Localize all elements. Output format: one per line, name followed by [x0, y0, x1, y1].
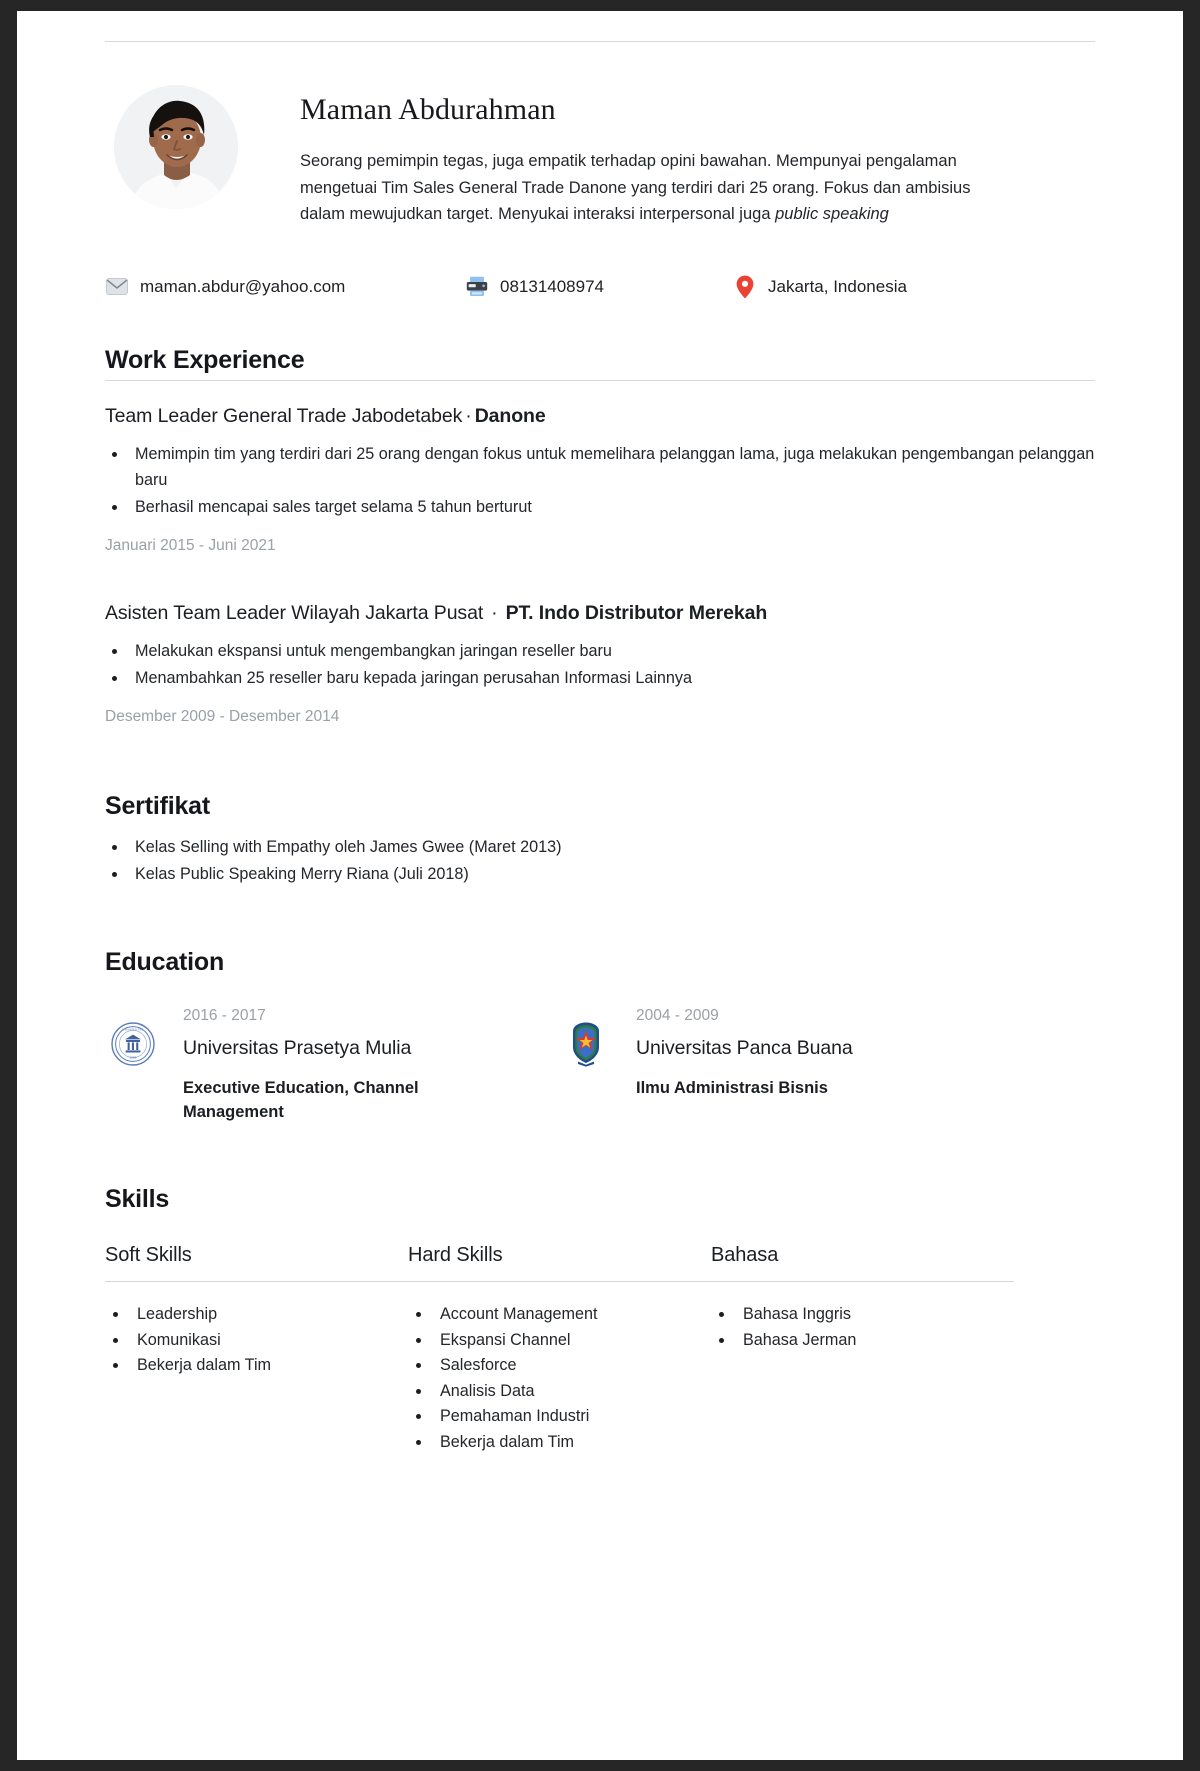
skill-list-bahasa: Bahasa Inggris Bahasa Jerman: [711, 1302, 1014, 1353]
header-divider-bottom: [105, 380, 1095, 381]
list-item: Salesforce: [408, 1353, 711, 1379]
list-item: Kelas Selling with Empathy oleh James Gw…: [105, 835, 1095, 861]
contact-phone-text: 08131408974: [500, 276, 605, 296]
education-entry-2: 2004 - 2009 Universitas Panca Buana Ilmu…: [563, 1007, 853, 1126]
job-title-2: Asisten Team Leader Wilayah Jakarta Pusa…: [105, 602, 1095, 625]
job-company-1: Danone: [474, 405, 546, 428]
job-entry-1: Team Leader General Trade Jabodetabek · Da…: [105, 405, 1095, 555]
list-item: Berhasil mencapai sales target selama 5 …: [105, 495, 1095, 521]
fax-machine-icon: [465, 275, 488, 298]
job-bullets-1: Memimpin tim yang terdiri dari 25 orang …: [105, 442, 1095, 521]
contact-email[interactable]: maman.abdur@yahoo.com: [105, 275, 465, 298]
job-entry-2: Asisten Team Leader Wilayah Jakarta Pusa…: [105, 602, 1095, 726]
section-heading-education: Education: [105, 947, 225, 976]
list-item: Bekerja dalam Tim: [105, 1353, 408, 1379]
skill-heading-bahasa: Bahasa: [711, 1244, 1014, 1283]
list-item: Pemahaman Industri: [408, 1404, 711, 1430]
job-role-2: Asisten Team Leader Wilayah Jakarta Pusa…: [105, 601, 484, 624]
certificate-list: Kelas Selling with Empathy oleh James Gw…: [105, 835, 1095, 888]
map-pin-icon: [733, 275, 756, 299]
contact-phone[interactable]: 08131408974: [465, 275, 733, 298]
avatar: [114, 85, 238, 209]
list-item: Bahasa Jerman: [711, 1328, 1014, 1354]
page-title: Maman Abdurahman: [300, 93, 556, 126]
list-item: Analisis Data: [408, 1379, 711, 1405]
job-dates-2: Desember 2009 - Desember 2014: [105, 707, 340, 725]
skills-grid: Soft Skills Leadership Komunikasi Bekerj…: [105, 1244, 1095, 1456]
list-item: Leadership: [105, 1302, 408, 1328]
education-entry-1: 1989 UNIVERSITAS 2016 - 2017 Universitas…: [105, 1007, 563, 1126]
section-heading-certificates: Sertifikat: [105, 791, 210, 820]
list-item: Komunikasi: [105, 1328, 408, 1354]
education-years-1: 2016 - 2017: [183, 1006, 266, 1024]
section-education: Education 1989 UNIVERSITAS 2016 - 2017 U…: [105, 948, 1095, 1126]
education-major-1: Executive Education, Channel Management: [183, 1078, 419, 1122]
svg-text:1989: 1989: [130, 1055, 137, 1059]
list-item: Memimpin tim yang terdiri dari 25 orang …: [105, 442, 1095, 494]
education-school-1: Universitas Prasetya Mulia: [183, 1036, 412, 1059]
contact-row: maman.abdur@yahoo.com 08131408974 Jakart…: [105, 275, 1095, 299]
job-role-1: Team Leader General Trade Jabodetabek: [105, 405, 463, 428]
job-dates-1: Januari 2015 - Juni 2021: [105, 536, 276, 554]
job-separator-1: ·: [465, 405, 472, 428]
section-skills: Skills Soft Skills Leadership Komunikasi…: [105, 1185, 1095, 1456]
university-seal-icon: 1989 UNIVERSITAS: [110, 1021, 156, 1067]
education-school-2: Universitas Panca Buana: [636, 1036, 853, 1059]
section-heading-skills: Skills: [105, 1185, 170, 1214]
skill-heading-soft-skills: Soft Skills: [105, 1244, 408, 1283]
profile-header: Maman Abdurahman Seorang pemimpin tegas,…: [105, 11, 1095, 228]
skill-heading-hard-skills: Hard Skills: [408, 1244, 711, 1283]
education-major-2: Ilmu Administrasi Bisnis: [636, 1078, 828, 1097]
contact-location[interactable]: Jakarta, Indonesia: [733, 275, 907, 299]
section-heading-work-experience: Work Experience: [105, 346, 305, 375]
list-item: Menambahkan 25 reseller baru kepada jari…: [105, 666, 1095, 692]
list-item: Ekspansi Channel: [408, 1328, 711, 1354]
profile-summary: Seorang pemimpin tegas, juga empatik ter…: [300, 148, 1012, 228]
list-item: Bekerja dalam Tim: [408, 1430, 711, 1456]
list-item: Kelas Public Speaking Merry Riana (Juli …: [105, 862, 1095, 888]
skill-list-hard-skills: Account Management Ekspansi Channel Sale…: [408, 1302, 711, 1456]
skill-column-soft-skills: Soft Skills Leadership Komunikasi Bekerj…: [105, 1244, 408, 1456]
education-grid: 1989 UNIVERSITAS 2016 - 2017 Universitas…: [105, 1007, 1095, 1126]
job-bullets-2: Melakukan ekspansi untuk mengembangkan j…: [105, 639, 1095, 692]
svg-text:UNIVERSITAS: UNIVERSITAS: [122, 1027, 143, 1031]
education-years-2: 2004 - 2009: [636, 1006, 719, 1024]
list-item: Melakukan ekspansi untuk mengembangkan j…: [105, 639, 1095, 665]
contact-location-text: Jakarta, Indonesia: [768, 276, 907, 296]
skill-column-bahasa: Bahasa Bahasa Inggris Bahasa Jerman: [711, 1244, 1014, 1456]
list-item: Account Management: [408, 1302, 711, 1328]
summary-emphasis: public speaking: [775, 205, 889, 224]
contact-email-text: maman.abdur@yahoo.com: [140, 276, 346, 296]
section-certificates: Sertifikat Kelas Selling with Empathy ol…: [105, 792, 1095, 888]
job-title-1: Team Leader General Trade Jabodetabek · Da…: [105, 405, 1095, 428]
skill-column-hard-skills: Hard Skills Account Management Ekspansi …: [408, 1244, 711, 1456]
envelope-icon: [105, 275, 128, 298]
university-crest-icon: [563, 1021, 609, 1067]
list-item: Bahasa Inggris: [711, 1302, 1014, 1328]
skill-list-soft-skills: Leadership Komunikasi Bekerja dalam Tim: [105, 1302, 408, 1379]
job-company-2: PT. Indo Distributor Merekah: [505, 601, 768, 624]
job-separator-2: ·: [491, 601, 498, 624]
screenshot-backdrop: Maman Abdurahman Seorang pemimpin tegas,…: [0, 0, 1200, 1771]
resume-page: Maman Abdurahman Seorang pemimpin tegas,…: [17, 11, 1183, 1760]
header-divider-top: [105, 41, 1095, 42]
section-work-experience: Work Experience Team Leader General Trad…: [105, 346, 1095, 726]
